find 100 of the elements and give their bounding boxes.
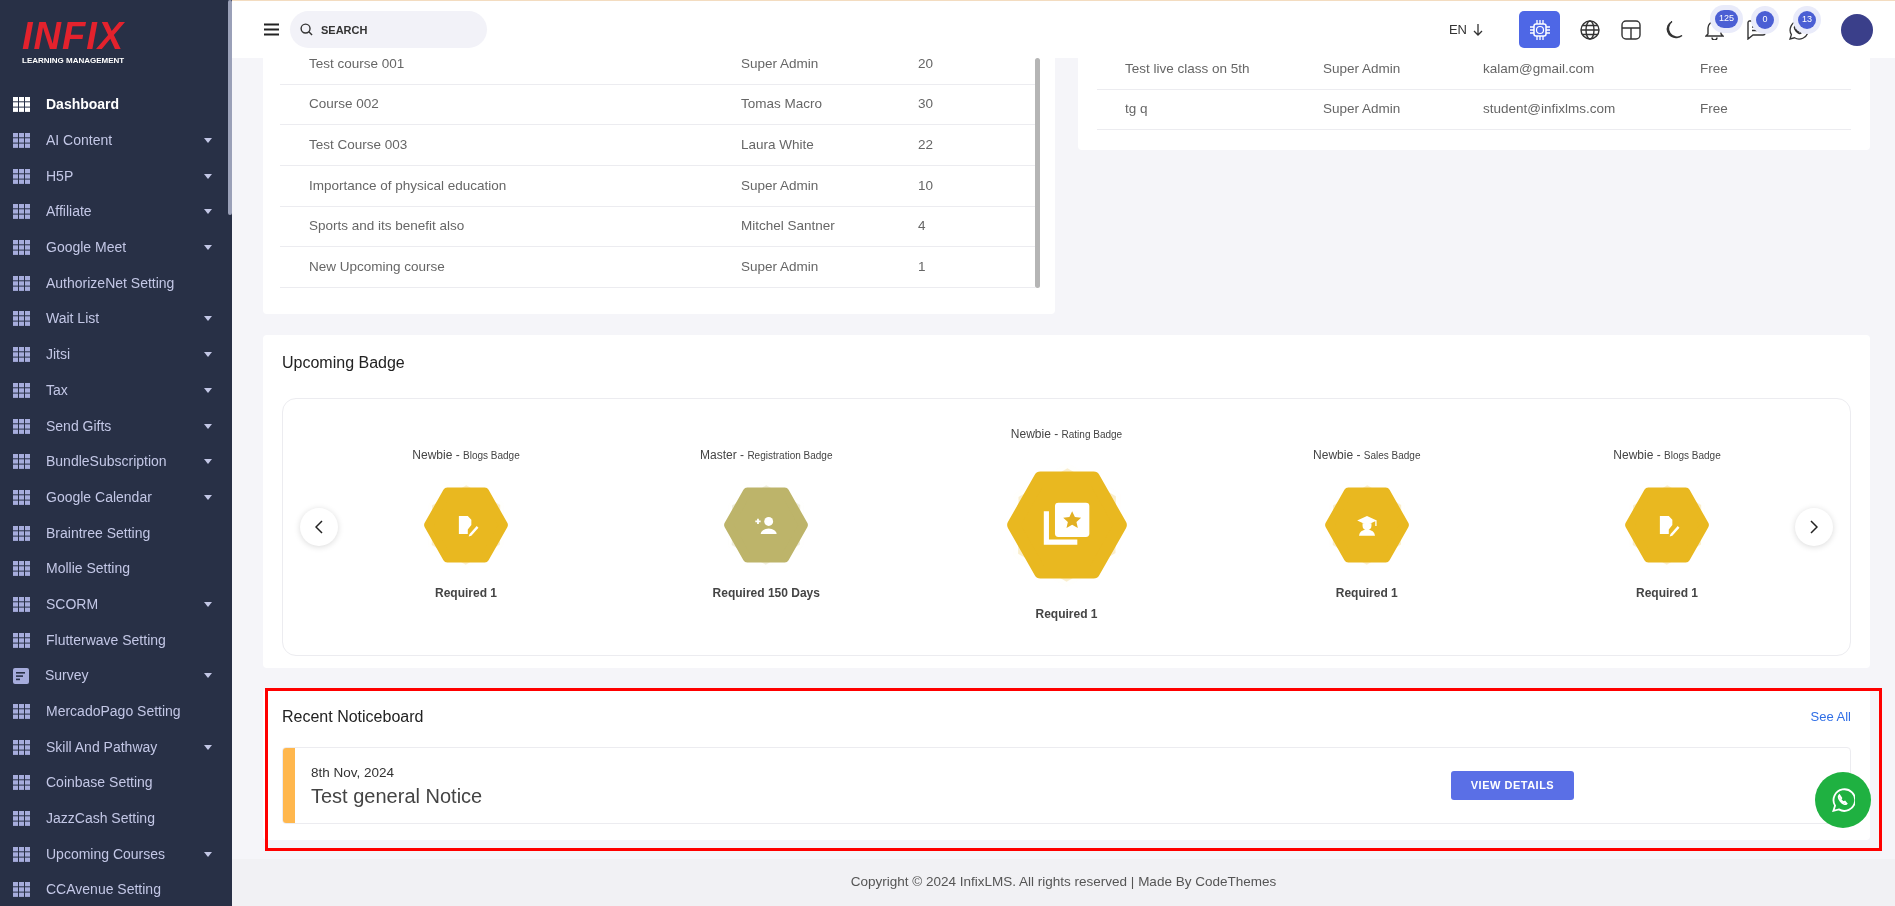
sidebar-item[interactable]: Mollie Setting <box>0 550 232 587</box>
sidebar-item[interactable]: Tax <box>0 372 232 409</box>
grid-icon <box>13 846 30 862</box>
layout-icon[interactable] <box>1621 19 1641 40</box>
footer-text: Copyright © 2024 InfixLMS. All rights reserved | Made By CodeThemes <box>850 873 1277 892</box>
sidebar-item[interactable]: BundleSubscription <box>0 443 232 480</box>
sidebar-item[interactable]: JazzCash Setting <box>0 800 232 837</box>
grid-icon <box>13 596 30 612</box>
whatsapp-icon <box>1831 788 1855 812</box>
table-cell: 30 <box>918 96 934 112</box>
table-cell: Test live class on 5th <box>1125 60 1250 76</box>
table-cell: Test Course 003 <box>309 137 408 153</box>
menu-icon[interactable] <box>264 23 279 36</box>
table-cell: Free <box>1700 101 1728 117</box>
badge-requirement: Required 1 <box>1335 585 1398 603</box>
grid-icon <box>13 133 30 149</box>
table-cell: Super Admin <box>1323 101 1401 117</box>
grid-icon <box>13 775 30 791</box>
badge-title: Newbie - Rating Badge <box>1010 426 1123 444</box>
sidebar-item[interactable]: Jitsi <box>0 336 232 373</box>
table-cell: Sports and its benefit also <box>309 218 465 234</box>
sidebar-item[interactable]: Wait List <box>0 301 232 337</box>
sidebar-item[interactable]: SCORM <box>0 586 232 623</box>
grid-icon <box>13 704 30 720</box>
sidebar-item[interactable]: Survey <box>0 658 232 694</box>
badge-requirement: Required 1 <box>1636 585 1698 603</box>
table-cell: Importance of physical education <box>309 177 507 193</box>
avatar[interactable] <box>1841 13 1873 46</box>
sidebar-item[interactable]: H5P <box>0 158 232 195</box>
search-field[interactable]: SEARCH <box>290 11 487 48</box>
table-cell: 10 <box>918 177 934 193</box>
section-title: Upcoming Badge <box>282 353 405 374</box>
sidebar-item[interactable]: Upcoming Courses <box>0 836 232 873</box>
search-icon <box>300 23 313 36</box>
view-details-button[interactable]: VIEW DETAILS <box>1451 771 1574 801</box>
section-title: Recent Noticeboard <box>282 707 424 728</box>
badge-requirement: Required 1 <box>1035 606 1098 624</box>
grid-icon <box>13 882 30 898</box>
table-cell: Super Admin <box>741 177 819 193</box>
table-cell: Test course 001 <box>309 55 405 71</box>
notice-title: Test general Notice <box>311 783 483 809</box>
grid-icon <box>13 347 30 363</box>
sidebar-item[interactable]: MercadoPago Setting <box>0 693 232 730</box>
see-all-link[interactable]: See All <box>1810 707 1851 727</box>
badge-title: Master - Registration Badge <box>700 447 833 465</box>
sidebar-item[interactable]: Google Calendar <box>0 479 232 516</box>
scrollbar-thumb[interactable] <box>228 0 232 215</box>
logo-mark: INFIX <box>22 18 125 54</box>
arrow-down-icon <box>1473 23 1483 36</box>
grid-icon <box>13 275 30 291</box>
chevron-right-icon <box>1810 520 1818 535</box>
table-cell: Tomas Macro <box>741 96 823 112</box>
chevron-left-icon <box>315 520 323 535</box>
table-cell: Course 002 <box>309 96 379 112</box>
ai-button[interactable] <box>1519 11 1560 48</box>
table-cell: 1 <box>918 259 926 275</box>
table-cell: Mitchel Santner <box>741 218 835 234</box>
table-cell: kalam@gmail.com <box>1483 60 1595 76</box>
sidebar-item[interactable]: Coinbase Setting <box>0 765 232 801</box>
table-cell: Free <box>1700 60 1728 76</box>
scrollbar-thumb[interactable] <box>1035 58 1040 289</box>
sidebar-item[interactable]: Skill And Pathway <box>0 729 232 766</box>
grid-icon <box>13 382 30 398</box>
left-arrow-button[interactable] <box>300 508 338 547</box>
language-dropdown[interactable]: EN <box>1448 19 1483 40</box>
grid-icon <box>13 311 30 327</box>
badge-requirement: Required 1 <box>435 585 497 603</box>
sidebar-item[interactable]: AI Content <box>0 122 232 159</box>
badge-requirement: Required 150 Days <box>712 585 820 603</box>
table-cell: Laura White <box>741 137 814 153</box>
grid-icon <box>13 739 30 755</box>
form-icon <box>13 667 29 684</box>
grid-icon <box>13 97 30 113</box>
sidebar-item[interactable]: Flutterwave Setting <box>0 622 232 658</box>
notice-date: 8th Nov, 2024 <box>311 763 395 782</box>
table-cell: 4 <box>918 218 926 234</box>
grid-icon <box>13 632 30 648</box>
sidebar-item[interactable]: Braintree Setting <box>0 515 232 551</box>
table-cell: Super Admin <box>741 55 819 71</box>
table-cell: tg q <box>1125 101 1148 117</box>
sidebar-item[interactable]: Dashboard <box>0 87 232 123</box>
grid-icon <box>13 489 30 505</box>
badge-title: Newbie - Blogs Badge <box>412 447 520 465</box>
sidebar-item[interactable]: AuthorizeNet Setting <box>0 265 232 302</box>
table-cell: Super Admin <box>1323 60 1401 76</box>
table-cell: student@infixlms.com <box>1483 101 1616 117</box>
logo-tagline: LEARNING MANAGEMENT <box>22 56 125 66</box>
sidebar-item[interactable]: Affiliate <box>0 194 232 230</box>
grid-icon <box>13 418 30 434</box>
sidebar-item[interactable]: CCAvenue Setting <box>0 872 232 906</box>
sidebar-item[interactable]: Google Meet <box>0 229 232 266</box>
grid-icon <box>13 454 30 470</box>
moon-icon[interactable] <box>1664 19 1683 40</box>
grid-icon <box>13 525 30 541</box>
chip-icon <box>1528 18 1551 41</box>
badge-title: Newbie - Sales Badge <box>1313 447 1421 465</box>
sidebar-item[interactable]: Send Gifts <box>0 408 232 444</box>
globe-icon[interactable] <box>1580 19 1600 40</box>
right-arrow-button[interactable] <box>1795 508 1833 547</box>
table-cell: New Upcoming course <box>309 259 445 275</box>
